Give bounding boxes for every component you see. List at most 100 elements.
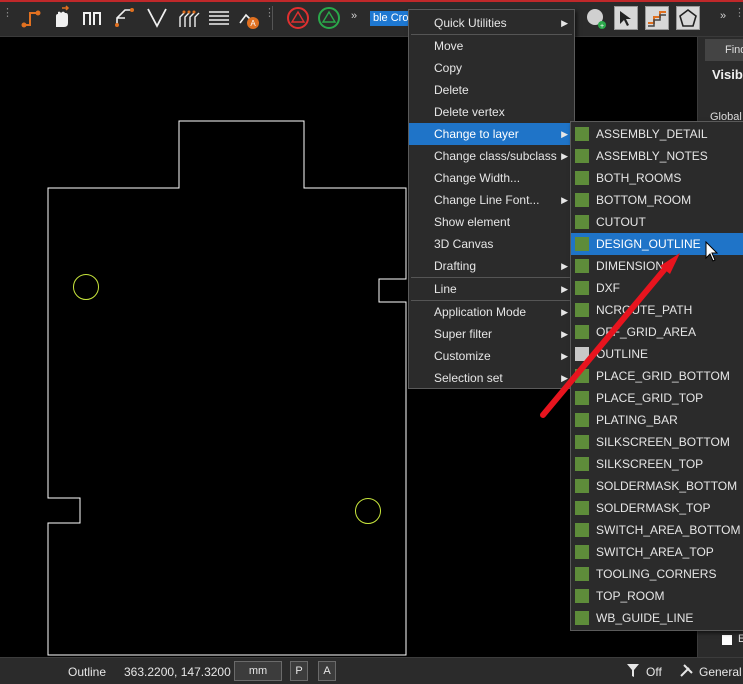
layer-item[interactable]: ASSEMBLY_DETAIL [571,123,743,145]
menu-item[interactable]: Delete vertex [409,101,572,123]
toolbar-accent-line [0,0,743,2]
layer-item-label: DESIGN_OUTLINE [596,237,701,251]
submenu-arrow-icon: ▶ [561,151,568,161]
layer-item-label: SILKSCREEN_BOTTOM [596,435,730,449]
annotation-arrow [540,253,680,418]
layer-item[interactable]: BOTTOM_ROOM [571,189,743,211]
submenu-arrow-icon: ▶ [561,195,568,205]
subclass-selector[interactable]: ble Cross [370,11,412,26]
mouse-cursor-icon [705,241,719,262]
a-button[interactable]: A [318,661,336,681]
fanout-group-icon[interactable] [176,5,202,31]
select-icon[interactable] [614,6,638,30]
menu-item[interactable]: Change Width... [409,167,572,189]
toolbar-overflow-icon[interactable]: » [351,10,357,22]
bump-icon[interactable] [645,6,669,30]
show-rats-icon[interactable] [285,5,311,31]
add-connect-icon[interactable] [18,5,44,31]
layer-item-label: ASSEMBLY_NOTES [596,149,708,163]
layer-item[interactable]: BOTH_ROOMS [571,167,743,189]
layer-color-swatch [575,237,589,251]
place-icon[interactable]: + [582,5,608,31]
layer-item-label: SWITCH_AREA_BOTTOM [596,523,741,537]
bus-route-icon[interactable] [80,5,106,31]
layer-item[interactable]: WB_GUIDE_LINE [571,607,743,629]
layer-color-swatch [575,611,589,625]
layer-color-swatch [575,193,589,207]
menu-item-label: Line [434,282,457,296]
menu-item[interactable]: Show element [409,211,572,233]
layer-item-label: SOLDERMASK_BOTTOM [596,479,738,493]
layer-item[interactable]: TOP_ROOM [571,585,743,607]
hatch-icon[interactable] [206,5,232,31]
layer-item[interactable]: SOLDERMASK_BOTTOM [571,475,743,497]
menu-item-label: Delete vertex [434,105,505,119]
menu-item-label: Application Mode [434,305,527,319]
layer-color-swatch [575,501,589,515]
menu-item[interactable]: Delete [409,79,572,101]
slide-icon[interactable] [48,5,74,31]
menu-item[interactable]: Quick Utilities ▶ [409,12,572,34]
layer-item-label: WB_GUIDE_LINE [596,611,694,625]
layer-color-swatch [575,589,589,603]
tab-find[interactable]: Find [705,39,743,61]
layer-color-swatch [575,215,589,229]
toolbar-overflow-icon[interactable]: » [720,10,726,22]
p-button[interactable]: P [290,661,308,681]
toolbar-grip: ⋮ [734,7,743,19]
menu-item-label: Change Width... [434,171,521,185]
svg-text:+: + [600,23,604,30]
panel-title: Visib [712,67,743,82]
auto-route-icon[interactable]: A [236,5,262,31]
layer-item-label: BOTH_ROOMS [596,171,682,185]
layer-item-label: ASSEMBLY_DETAIL [596,127,708,141]
layer-item-label: BOTTOM_ROOM [596,193,692,207]
hide-rats-icon[interactable] [316,5,342,31]
menu-item-label: Delete [434,83,469,97]
tools-icon[interactable] [680,664,693,677]
mounting-hole [73,274,99,300]
menu-item-label: 3D Canvas [434,237,494,251]
menu-item[interactable]: Change Line Font... ▶ [409,189,572,211]
layer-item[interactable]: SILKSCREEN_TOP [571,453,743,475]
panel-checkbox[interactable] [722,635,732,645]
layer-item-label: TOOLING_CORNERS [596,567,717,581]
layer-item[interactable]: SOLDERMASK_TOP [571,497,743,519]
filter-icon[interactable] [627,664,639,677]
menu-item[interactable]: Move [409,35,572,57]
layer-item[interactable]: CUTOUT [571,211,743,233]
filter-status[interactable]: Off [646,665,662,679]
panel-checkbox-label: E [738,633,743,645]
menu-item-label: Change to layer [434,127,519,141]
menu-item[interactable]: Copy [409,57,572,79]
active-subclass: Outline [68,665,107,679]
menu-item-label: Change Line Font... [434,193,540,207]
toolbar: ⋮ A ⋮ » ble Cross + [0,0,743,37]
add-v-line-icon[interactable] [144,5,170,31]
layer-item[interactable]: TOOLING_CORNERS [571,563,743,585]
fanout-icon[interactable] [112,5,138,31]
menu-item-label: Super filter [434,327,493,341]
application-mode[interactable]: General [699,665,742,679]
layer-item-label: SOLDERMASK_TOP [596,501,711,515]
layer-color-swatch [575,523,589,537]
mounting-hole [355,498,381,524]
layer-item-label: SILKSCREEN_TOP [596,457,704,471]
submenu-arrow-icon: ▶ [561,18,568,28]
layer-item[interactable]: ASSEMBLY_NOTES [571,145,743,167]
menu-item-label: Quick Utilities [434,16,507,30]
menu-item[interactable]: Change to layer ▶ [409,123,572,145]
layer-item[interactable]: SILKSCREEN_BOTTOM [571,431,743,453]
menu-item-label: Copy [434,61,463,75]
layer-color-swatch [575,171,589,185]
layer-color-swatch [575,479,589,493]
menu-item[interactable]: Change class/subclass ▶ [409,145,572,167]
menu-item-label: Selection set [434,371,503,385]
layer-item[interactable]: SWITCH_AREA_TOP [571,541,743,563]
board-outline [47,120,407,656]
layer-item[interactable]: SWITCH_AREA_BOTTOM [571,519,743,541]
polygon-icon[interactable] [676,6,700,30]
layer-color-swatch [575,149,589,163]
menu-item-label: Change class/subclass [434,149,557,163]
units-button[interactable]: mm [234,661,282,681]
